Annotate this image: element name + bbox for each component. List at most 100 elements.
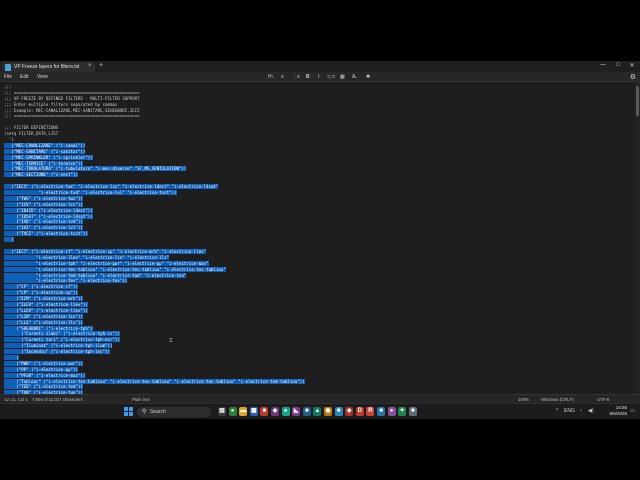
selected-text: ("Curenti tari" ("i-electrice-tph-ecr")) [4,337,120,343]
app5-icon[interactable]: ■ [260,407,269,416]
explorer-icon[interactable]: ▬ [239,407,248,416]
bold-icon[interactable]: B [306,74,310,80]
selected-text: "i-electrice-tvd" "i-electrice-lvl" "i-e… [4,190,177,196]
minimize-button[interactable]: — [597,62,609,68]
selected-text: ("SHEABURI" ("i-electrice-tph") [4,325,93,331]
chrome-icon[interactable]: ● [228,407,237,416]
copilot-icon[interactable]: ✺ [366,74,370,80]
link-icon[interactable]: ⊂⊃ [327,74,335,80]
line-ending[interactable]: Windows (CRLF) [541,397,574,402]
tab-close-button[interactable]: × [88,63,92,69]
selected-text: ("ID5AT" ("i-electrice-l4sat")) [4,213,93,219]
menu-bar: File Edit View H↕ ≡ ⋮≡ B I ⊂⊃ ▦ A̶ ✺ ⚙ [0,72,640,82]
encoding[interactable]: UTF-8 [597,397,609,402]
selected-text: ("LLS" ("i-electrice-lls")) [4,319,83,325]
selected-text: ("CF" ("i-electrice-cf")) [4,284,78,290]
store-icon[interactable]: ▦ [249,407,258,416]
code-text: ;;; FILTER DEFINITIONS [4,125,59,131]
search-label: Search [150,409,166,415]
app7-icon[interactable]: ● [281,407,290,416]
text-editor[interactable]: ;;; ;;; =================================… [0,82,640,394]
selected-text: ("TVCI" ("i-electrice-tvct")) [4,231,88,237]
tab-document[interactable]: VP Freeze layers for filters.txt × [2,62,95,72]
app6-icon[interactable]: ◆ [271,407,279,416]
app9-icon[interactable]: ■ [302,407,311,416]
app16-icon[interactable]: ■ [377,407,385,416]
windows-start-icon[interactable] [124,407,133,416]
tab-title: VP Freeze layers for filters.txt [14,64,80,70]
code-text: ;;; Enter multiple filters separated by … [4,101,118,107]
visual-studio-icon[interactable]: ◣ [292,407,301,416]
selected-text: ("PP" ("i-electrice-pp")) [4,366,78,372]
new-tab-button[interactable]: + [99,62,103,69]
gear-icon[interactable]: ⚙ [630,73,636,81]
vertical-scrollbar[interactable] [635,82,640,394]
search-icon: ⚲ [142,409,147,415]
selected-text: ("Incendiu" ("i-electrice-tph-inc")) [4,349,110,355]
code-text: ;;; ====================================… [4,113,140,119]
files-icon[interactable]: ▤ [218,407,226,416]
menu-view[interactable]: View [37,74,48,80]
cursor-position: Ln 11, Col 1 [5,397,28,402]
language-indicator[interactable]: ENG [564,408,575,414]
selected-text: "i-electrice-ted-tabliou" "i-electrice-t… [4,272,187,278]
selected-text: ("PFSR" ("i-electrice-mav")) [4,372,86,378]
mouse-cursor-icon: ⌶ [169,337,173,344]
scrollbar-thumb[interactable] [636,86,639,116]
selected-text: ("Curenti slabi" ("i-electrice-tph-cs")) [4,331,120,337]
bullet-list-icon[interactable]: ≡ [281,74,284,80]
clock-date: 6/6/2026 [609,411,627,416]
selected-text: ("Iluminat" ("i-electrice-tph-ilum")) [4,343,113,349]
italic-icon[interactable]: I [318,74,319,80]
selected-text: ("MEC-SANITARE" ("i-sanitar")) [4,148,86,154]
zoom-level[interactable]: 100% [518,397,529,402]
clear-formatting-icon[interactable]: A̶ [352,74,355,80]
selected-text: ) [4,237,14,243]
app18-icon[interactable]: ✦ [398,407,407,416]
app17-icon[interactable]: ● [387,407,396,416]
app19-icon[interactable]: ■ [408,407,417,416]
close-button[interactable]: ✕ [626,62,638,69]
selected-text: ("MEC-CANALIZARE" ("i-canal")) [4,142,86,148]
app12-icon[interactable]: ■ [334,407,343,416]
selected-text: ("MEC-TUBULATURA" ("i-tubulatura" "i-mec… [4,166,187,172]
app15-icon[interactable]: R [366,407,375,416]
selected-text: ("ILEV" ("i-electrice-llev")) [4,301,88,307]
selected-text: ("LLEV" ("i-electrice-llev")) [4,307,88,313]
table-icon[interactable]: ▦ [340,74,345,80]
selected-text: ("IEC5" ("i-electrice-tws" "i-electrice-… [4,184,219,190]
selected-text: ("MEC-SPRINKLER" ("i-sprinkler")) [4,154,93,160]
menu-edit[interactable]: Edit [20,74,29,80]
selected-text: ("LIN" ("i-electrice-lin")) [4,313,83,319]
speaker-icon[interactable]: ◀) [588,408,594,414]
taskbar-search[interactable]: ⚲ Search [137,407,211,417]
selected-text: ("CP" ("i-electrice-cp")) [4,290,78,296]
character-count: 7,804 of 11,027 characters [32,397,83,402]
notification-icon[interactable]: ▭ [630,408,635,414]
code-text: '( [4,137,14,143]
menu-file[interactable]: File [4,74,12,80]
selected-text: ("MEC-TERMICE" ("i-termice")) [4,160,83,166]
maximize-button[interactable]: □ [612,62,624,68]
app11-icon[interactable]: ◉ [324,407,332,416]
selected-text: ) [4,354,19,360]
code-text: ;;; [4,84,12,89]
selected-text: "i-electrice-llev" "i-electrice-lin" "i-… [4,254,170,260]
wifi-icon[interactable]: ◔ [579,408,582,414]
app10-icon[interactable]: ▲ [313,407,322,416]
selected-text: ("MEC-SECTIUNE" ("i-sect")) [4,172,78,178]
selected-text: ("ECM" ("i-electrice-mrh")) [4,296,83,302]
code-text: (setq FILTER_DATA_LIST [4,131,59,137]
notepad-icon [5,64,11,71]
heading-icon[interactable]: H↕ [268,74,274,80]
editor-content[interactable]: ;;; ;;; =================================… [4,84,305,394]
tray-chevron-icon[interactable]: ^ [556,408,558,414]
numbered-list-icon[interactable]: ⋮≡ [292,74,300,80]
app13-icon[interactable]: ◆ [345,407,354,416]
status-bar: Ln 11, Col 1 7,804 of 11,027 characters … [0,394,640,403]
clock[interactable]: 14:55 6/6/2026 [609,405,627,417]
selected-text: ("IVI" ("i-electrice-lvl")) [4,225,83,231]
title-bar: VP Freeze layers for filters.txt × + — □… [0,61,640,72]
selected-text: ("Tablour" ("i-electrice-tev-tabliou" "i… [4,378,305,384]
app14-icon[interactable]: D [355,407,364,416]
